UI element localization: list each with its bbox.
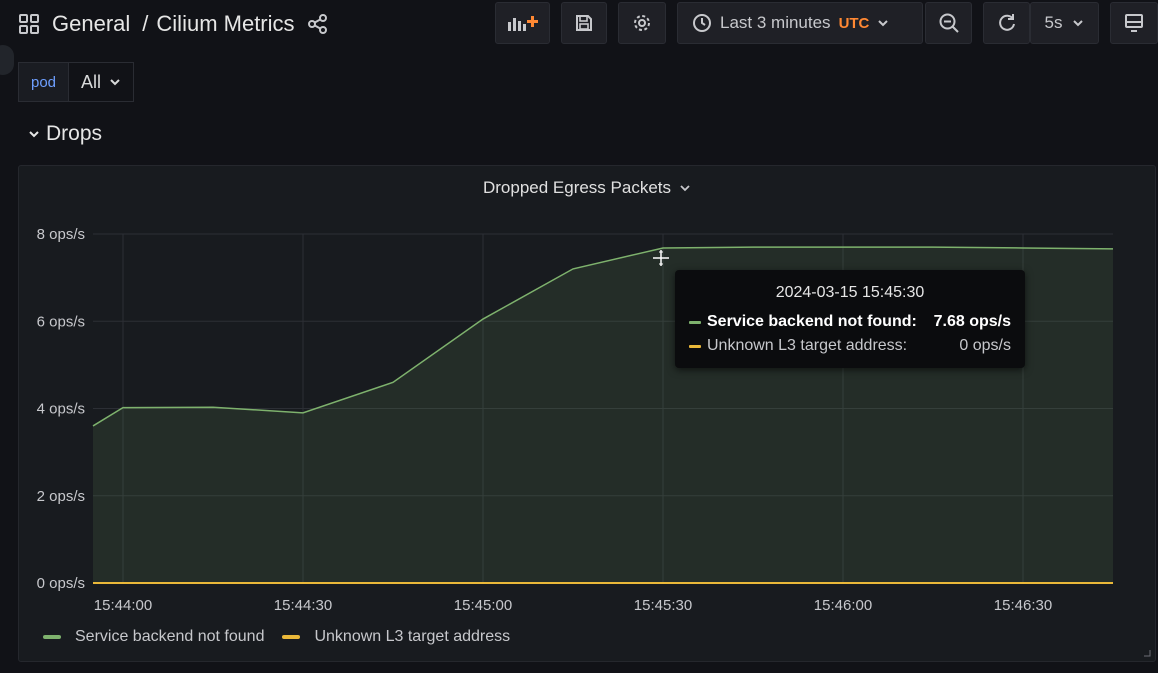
- time-range-label: Last 3 minutes: [720, 13, 831, 32]
- breadcrumb: General / Cilium Metrics: [18, 8, 329, 40]
- tooltip-swatch: [689, 344, 701, 348]
- variable-label: pod: [18, 62, 70, 102]
- tooltip-series-name: Service backend not found:: [707, 313, 917, 330]
- data-point: [302, 412, 304, 414]
- legend-item[interactable]: Service backend not found: [43, 628, 264, 646]
- legend-label: Unknown L3 target address: [314, 628, 511, 645]
- y-tick-label: 2 ops/s: [37, 488, 85, 505]
- chevron-down-icon: [110, 79, 120, 86]
- save-icon: [576, 15, 592, 31]
- tooltip-row: Service backend not found: 7.68 ops/s: [689, 310, 1011, 334]
- legend-swatch: [43, 635, 61, 639]
- crosshair-cursor-icon: [653, 250, 669, 266]
- chevron-down-icon: [878, 20, 889, 27]
- chart-tooltip: 2024-03-15 15:45:30 Service backend not …: [675, 270, 1025, 368]
- tooltip-series-name: Unknown L3 target address:: [707, 337, 908, 354]
- refresh-interval-label: 5s: [1044, 13, 1063, 32]
- top-navbar: General / Cilium Metrics Last 3 minutes …: [0, 0, 1158, 48]
- row-title: Drops: [46, 122, 103, 145]
- variable-dropdown[interactable]: All: [69, 62, 135, 102]
- resize-handle-icon[interactable]: [1143, 649, 1151, 657]
- x-tick-label: 15:45:30: [634, 597, 692, 614]
- legend-swatch: [282, 635, 301, 639]
- row-header-drops[interactable]: Drops: [28, 122, 102, 146]
- tooltip-time: 2024-03-15 15:45:30: [775, 284, 925, 301]
- x-tick-label: 15:45:00: [454, 597, 512, 614]
- chevron-down-icon: [1073, 20, 1084, 27]
- data-point: [122, 407, 124, 409]
- y-tick-label: 8 ops/s: [37, 226, 85, 243]
- time-range-picker[interactable]: Last 3 minutes UTC: [677, 2, 923, 44]
- data-point: [212, 406, 214, 408]
- y-tick-label: 0 ops/s: [37, 575, 85, 592]
- data-point: [1022, 247, 1024, 249]
- x-tick-label: 15:46:30: [994, 597, 1052, 614]
- legend-item[interactable]: Unknown L3 target address: [282, 628, 510, 646]
- dashboards-grid-icon[interactable]: [18, 13, 40, 35]
- tooltip-row: Unknown L3 target address: 0 ops/s: [689, 334, 1011, 358]
- variable-pod: pod All: [18, 62, 135, 102]
- tv-mode-button[interactable]: [1110, 2, 1158, 44]
- zoom-out-icon: [939, 13, 959, 33]
- tooltip-series-value: 0 ops/s: [959, 337, 1011, 354]
- timezone-label: UTC: [838, 14, 870, 32]
- y-tick-label: 6 ops/s: [37, 313, 85, 330]
- clock-icon: [693, 14, 711, 32]
- x-tick-label: 15:44:00: [94, 597, 152, 614]
- dashboard-title[interactable]: Cilium Metrics: [156, 11, 294, 37]
- tooltip-series-value: 7.68 ops/s: [933, 313, 1011, 330]
- breadcrumb-folder[interactable]: General: [52, 11, 130, 37]
- data-point: [842, 246, 844, 248]
- refresh-icon: [998, 14, 1015, 31]
- y-tick-label: 4 ops/s: [37, 401, 85, 418]
- settings-button[interactable]: [618, 2, 666, 44]
- zoom-out-button[interactable]: [925, 2, 972, 44]
- monitor-icon: [1125, 14, 1143, 32]
- refresh-interval-picker[interactable]: 5s: [1030, 2, 1099, 44]
- data-point: [92, 425, 94, 427]
- data-point: [92, 582, 94, 584]
- save-dashboard-button[interactable]: [561, 2, 607, 44]
- chevron-down-icon: [29, 131, 39, 138]
- x-tick-label: 15:46:00: [814, 597, 872, 614]
- x-tick-label: 15:44:30: [274, 597, 332, 614]
- chart-legend: Service backend not found Unknown L3 tar…: [43, 628, 510, 646]
- time-series-chart[interactable]: 0 ops/s 2 ops/s 4 ops/s 6 ops/s 8 ops/s 15:44…: [19, 166, 1155, 661]
- gear-icon: [634, 15, 650, 31]
- data-point: [1112, 582, 1114, 584]
- add-panel-button[interactable]: [495, 2, 550, 44]
- data-point: [1112, 248, 1114, 250]
- sidebar-toggle[interactable]: [0, 45, 14, 75]
- add-panel-icon: [507, 16, 538, 31]
- refresh-button[interactable]: [983, 2, 1030, 44]
- legend-label: Service backend not found: [75, 628, 265, 645]
- data-point: [482, 318, 484, 320]
- data-point: [932, 246, 934, 248]
- panel-dropped-egress-packets: Dropped Egress Packets 0 ops/s 2 ops/s 4 o…: [18, 165, 1156, 662]
- data-point: [392, 381, 394, 383]
- variable-value: All: [81, 71, 102, 92]
- tooltip-swatch: [689, 320, 701, 324]
- data-point: [572, 268, 574, 270]
- share-icon[interactable]: [307, 13, 329, 35]
- breadcrumb-separator: /: [142, 11, 149, 36]
- data-point: [752, 246, 754, 248]
